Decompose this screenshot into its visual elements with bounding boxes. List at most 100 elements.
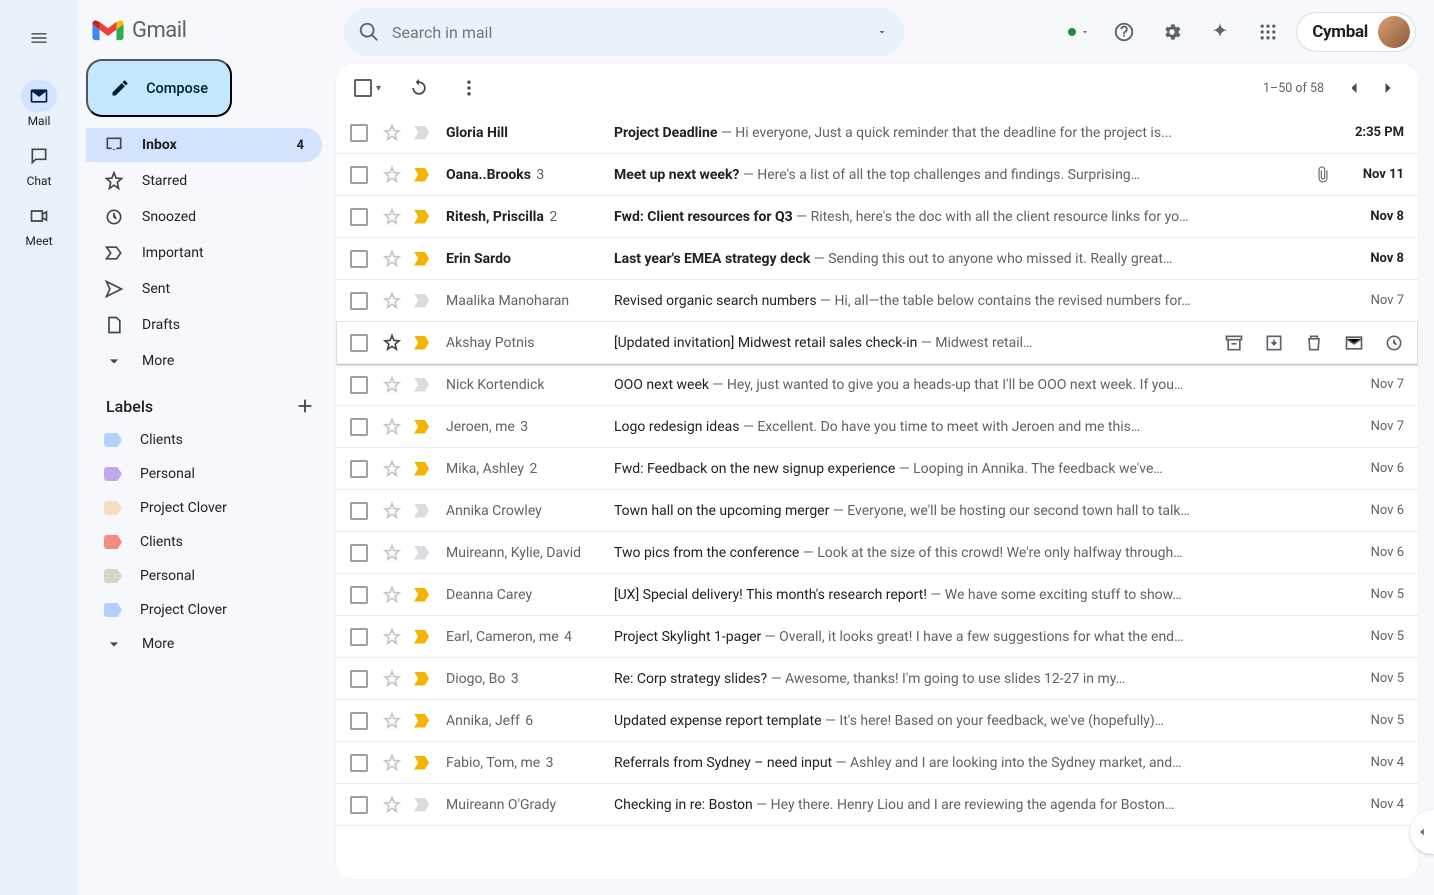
email-row[interactable]: Diogo, Bo 3 Re: Corp strategy slides? — … [336,658,1418,700]
star-button[interactable] [382,375,402,395]
nav-item-starred[interactable]: Starred [86,164,322,198]
star-button[interactable] [382,753,402,773]
main-menu-button[interactable] [15,14,63,62]
email-row[interactable]: Annika, Jeff 6 Updated expense report te… [336,700,1418,742]
email-row[interactable]: Nick Kortendick OOO next week — Hey, jus… [336,364,1418,406]
importance-marker[interactable] [414,546,434,560]
importance-marker[interactable] [414,672,434,686]
search-options-button[interactable] [870,20,894,44]
importance-marker[interactable] [414,336,434,350]
mark-unread-button[interactable] [1344,333,1364,353]
email-checkbox[interactable] [350,418,368,436]
email-row[interactable]: Mika, Ashley 2 Fwd: Feedback on the new … [336,448,1418,490]
importance-marker[interactable] [414,588,434,602]
select-all-dropdown[interactable]: ▾ [376,83,381,94]
nav-item-inbox[interactable]: Inbox4 [86,128,322,162]
star-button[interactable] [382,627,402,647]
rail-item-meet[interactable]: Meet [21,194,57,254]
search-bar[interactable] [344,8,904,56]
label-item[interactable]: Clients [86,525,336,559]
email-row[interactable]: Maalika Manoharan Revised organic search… [336,280,1418,322]
gmail-logo[interactable]: Gmail [86,8,336,51]
star-button[interactable] [382,123,402,143]
star-button[interactable] [382,459,402,479]
email-row[interactable]: Deanna Carey [UX] Special delivery! This… [336,574,1418,616]
star-button[interactable] [382,501,402,521]
email-checkbox[interactable] [350,166,368,184]
nav-item-sent[interactable]: Sent [86,272,322,306]
importance-marker[interactable] [414,714,434,728]
more-button[interactable] [457,76,481,100]
importance-marker[interactable] [414,420,434,434]
email-row[interactable]: Earl, Cameron, me 4 Project Skylight 1-p… [336,616,1418,658]
settings-button[interactable] [1152,12,1192,52]
importance-marker[interactable] [414,504,434,518]
star-button[interactable] [382,711,402,731]
delete-button[interactable] [1304,333,1324,353]
add-label-button[interactable] [294,395,316,417]
email-checkbox[interactable] [350,502,368,520]
importance-marker[interactable] [414,294,434,308]
email-checkbox[interactable] [350,796,368,814]
email-row[interactable]: Erin Sardo Last year's EMEA strategy dec… [336,238,1418,280]
email-checkbox[interactable] [350,754,368,772]
prev-page-button[interactable] [1342,76,1366,100]
email-checkbox[interactable] [350,208,368,226]
star-button[interactable] [382,207,402,227]
email-row[interactable]: Akshay Potnis [Updated invitation] Midwe… [336,322,1418,364]
nav-item-important[interactable]: Important [86,236,322,270]
importance-marker[interactable] [414,462,434,476]
nav-item-drafts[interactable]: Drafts [86,308,322,342]
star-button[interactable] [382,543,402,563]
email-checkbox[interactable] [350,124,368,142]
label-item[interactable]: Personal [86,559,336,593]
move-to-inbox-button[interactable] [1264,333,1284,353]
email-row[interactable]: Muireann, Kylie, David Two pics from the… [336,532,1418,574]
label-item[interactable]: Project Clover [86,491,336,525]
importance-marker[interactable] [414,798,434,812]
email-checkbox[interactable] [350,376,368,394]
nav-item-snoozed[interactable]: Snoozed [86,200,322,234]
importance-marker[interactable] [414,126,434,140]
star-button[interactable] [382,165,402,185]
apps-button[interactable] [1248,12,1288,52]
email-checkbox[interactable] [350,712,368,730]
rail-item-mail[interactable]: Mail [21,74,57,134]
email-row[interactable]: Fabio, Tom, me 3 Referrals from Sydney –… [336,742,1418,784]
account-chip[interactable]: Cymbal [1296,12,1416,52]
importance-marker[interactable] [414,210,434,224]
labels-more[interactable]: More [86,627,336,661]
label-item[interactable]: Project Clover [86,593,336,627]
star-button[interactable] [382,291,402,311]
star-button[interactable] [382,669,402,689]
email-row[interactable]: Annika Crowley Town hall on the upcoming… [336,490,1418,532]
email-checkbox[interactable] [350,460,368,478]
importance-marker[interactable] [414,168,434,182]
importance-marker[interactable] [414,630,434,644]
star-button[interactable] [382,333,402,353]
select-all-checkbox[interactable] [354,79,372,97]
importance-marker[interactable] [414,252,434,266]
email-row[interactable]: Gloria Hill Project Deadline — Hi everyo… [336,112,1418,154]
star-button[interactable] [382,795,402,815]
email-checkbox[interactable] [350,250,368,268]
nav-item-more[interactable]: More [86,344,322,378]
star-button[interactable] [382,249,402,269]
status-indicator[interactable] [1062,12,1096,52]
label-item[interactable]: Personal [86,457,336,491]
snooze-button[interactable] [1384,333,1404,353]
email-row[interactable]: Jeroen, me 3 Logo redesign ideas — Excel… [336,406,1418,448]
compose-button[interactable]: Compose [86,59,232,117]
rail-item-chat[interactable]: Chat [21,134,57,194]
importance-marker[interactable] [414,378,434,392]
email-checkbox[interactable] [350,544,368,562]
star-button[interactable] [382,417,402,437]
email-checkbox[interactable] [350,334,368,352]
importance-marker[interactable] [414,756,434,770]
gemini-button[interactable] [1200,12,1240,52]
email-row[interactable]: Muireann O'Grady Checking in re: Boston … [336,784,1418,826]
email-row[interactable]: Oana..Brooks 3 Meet up next week? — Here… [336,154,1418,196]
refresh-button[interactable] [407,76,431,100]
email-checkbox[interactable] [350,670,368,688]
email-row[interactable]: Ritesh, Priscilla 2 Fwd: Client resource… [336,196,1418,238]
